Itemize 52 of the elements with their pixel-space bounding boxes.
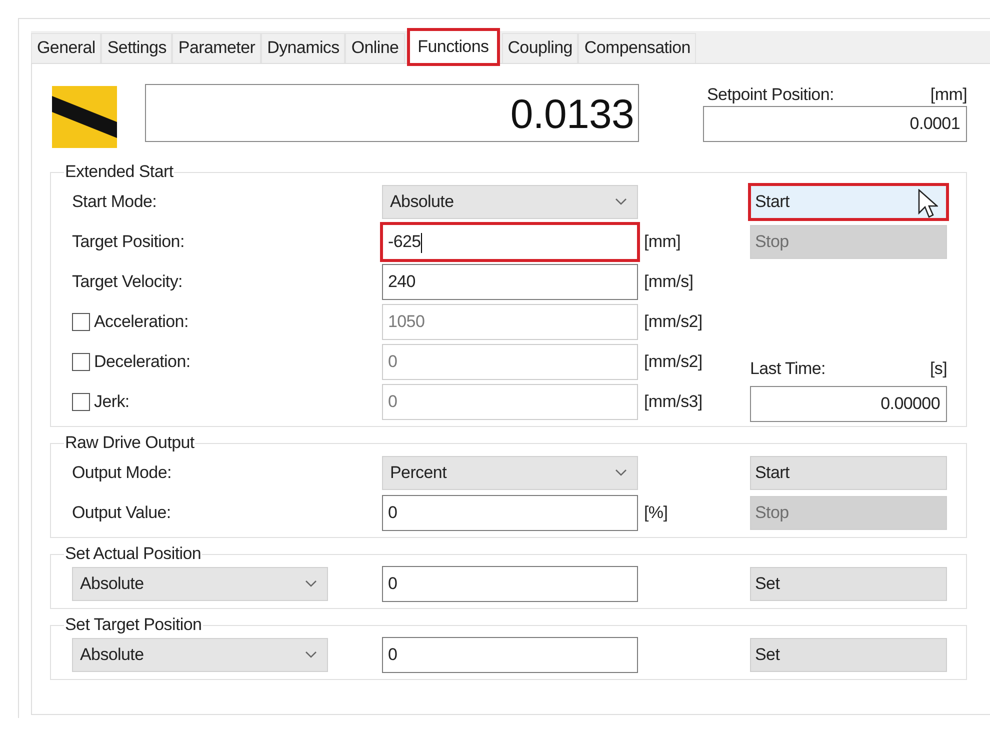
field-label: Output Mode: [72, 463, 172, 483]
dropdown[interactable]: Absolute [72, 567, 328, 601]
last-time-label: Last Time: [750, 358, 826, 380]
group-title: Extended Start [64, 162, 174, 182]
dropdown[interactable]: Percent [382, 456, 638, 490]
tab[interactable]: Compensation [578, 33, 696, 63]
button[interactable]: Set [750, 567, 947, 601]
button[interactable]: Set [750, 638, 947, 672]
field-label: Acceleration: [94, 312, 188, 332]
input-field[interactable]: -625 [382, 224, 638, 260]
unit-label: [%] [644, 503, 668, 522]
input-field[interactable]: 0 [382, 637, 638, 673]
unit-label: [mm/s] [644, 272, 694, 291]
tab[interactable]: Dynamics [261, 33, 346, 63]
setpoint-position-display: 0.0001 [703, 106, 967, 142]
chevron-down-icon [615, 469, 627, 477]
field-label: Jerk: [94, 392, 130, 412]
tab[interactable]: Settings [101, 33, 172, 63]
chevron-down-icon [305, 580, 317, 588]
button[interactable]: Start [750, 456, 947, 490]
field-label: Target Position: [72, 232, 184, 252]
field-label: Output Value: [72, 503, 171, 523]
unit-label: [mm] [644, 232, 681, 251]
unit-label: [s] [930, 358, 947, 380]
unit-label: [mm] [930, 84, 967, 106]
unit-label: [mm/s3] [644, 392, 702, 411]
chevron-down-icon [305, 651, 317, 659]
group-title: Set Target Position [64, 615, 203, 635]
input-field[interactable]: 0 [382, 566, 638, 602]
last-time-display: 0.00000 [750, 386, 947, 422]
status-icon [52, 86, 117, 148]
tab[interactable]: Online [345, 33, 405, 63]
input-field[interactable]: 240 [382, 264, 638, 300]
actual-position-display: 0.0133 [145, 84, 639, 142]
dropdown[interactable]: Absolute [382, 185, 638, 219]
group-title: Raw Drive Output [64, 433, 196, 453]
button[interactable]: Start [750, 185, 947, 219]
input-field[interactable]: 0 [382, 495, 638, 531]
tab[interactable]: Coupling [502, 33, 578, 63]
field-label: Start Mode: [72, 192, 157, 212]
setpoint-position-label: Setpoint Position: [707, 84, 834, 106]
dropdown[interactable]: Absolute [72, 638, 328, 672]
chevron-down-icon [615, 198, 627, 206]
unit-label: [mm/s2] [644, 352, 702, 371]
group-title: Set Actual Position [64, 544, 202, 564]
mouse-pointer-icon [918, 189, 938, 219]
tab[interactable]: Functions [408, 30, 498, 64]
tab[interactable]: Parameter [172, 33, 262, 63]
tab[interactable]: General [31, 33, 102, 63]
unit-label: [mm/s2] [644, 312, 702, 331]
field-label: Deceleration: [94, 352, 190, 372]
field-label: Target Velocity: [72, 272, 182, 292]
